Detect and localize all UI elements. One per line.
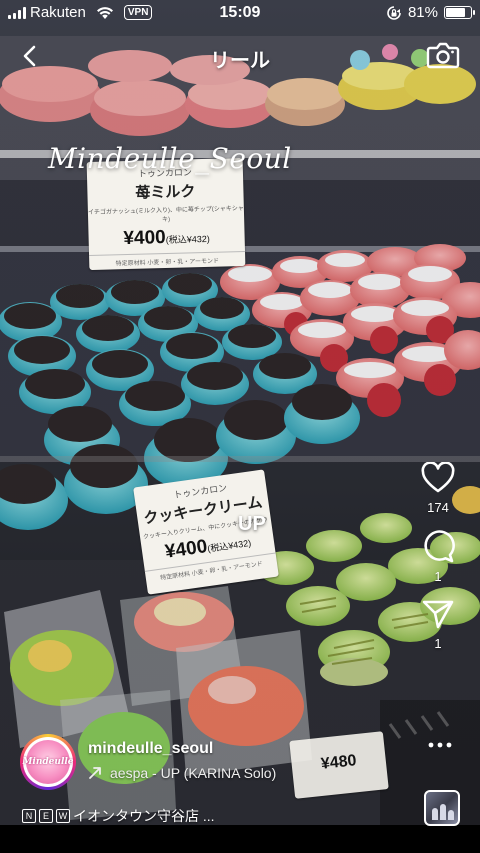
price-tag-bottom: ¥480 — [289, 731, 389, 799]
price-tag-name: 苺ミルク — [135, 183, 196, 202]
camera-icon[interactable] — [426, 40, 460, 70]
reel-video[interactable]: トゥンカロン 苺ミルク イチゴガナッシュ(ミルク入り)、中に苺チップ(シャキシャ… — [0, 0, 480, 853]
orientation-lock-icon — [387, 5, 401, 20]
like-button[interactable]: 174 — [414, 462, 462, 515]
reels-header: リール — [0, 36, 480, 76]
send-icon[interactable] — [421, 598, 455, 630]
comment-button[interactable]: 1 — [414, 529, 462, 584]
status-right-group: 81% — [386, 4, 475, 21]
reel-actions: 174 1 1 — [414, 462, 462, 665]
trending-arrow-icon — [89, 767, 101, 779]
status-bar: Rakuten VPN 15:09 81% — [0, 0, 480, 28]
battery-percent: 81% — [407, 4, 438, 21]
music-title: aespa - UP (KARINA Solo) — [110, 765, 277, 781]
price-tag-footer: 特定原材料 小麦・卵・乳・アーモンド — [89, 250, 246, 269]
video-watermark: Mindeulle_Seoul — [48, 142, 292, 175]
page-title: リール — [210, 50, 270, 72]
video-sticker-text: UP — [238, 513, 266, 535]
avatar[interactable]: Mindeulle — [20, 734, 76, 790]
battery-level-fill — [446, 8, 466, 17]
music-link[interactable]: aespa - UP (KARINA Solo) — [88, 765, 276, 781]
more-horizontal-icon[interactable] — [428, 740, 452, 750]
price-tag-price: ¥400(税込¥432) — [123, 227, 210, 250]
caption[interactable]: N E W イオンタウン守谷店 ... — [22, 806, 215, 826]
share-button[interactable]: 1 — [414, 598, 462, 651]
avatar-logo: Mindeulle — [22, 740, 74, 784]
comment-icon[interactable] — [421, 529, 455, 563]
battery-icon — [444, 6, 475, 19]
comment-count: 1 — [434, 569, 442, 584]
bottom-bar — [0, 825, 480, 853]
caption-badge-w: W — [56, 809, 70, 823]
heart-icon[interactable] — [421, 462, 455, 494]
price-tag-detail: イチゴガナッシュ(ミルク入り)、中に苺チップ(シャキシャキ) — [87, 205, 244, 224]
username-link[interactable]: mindeulle_seoul — [88, 740, 213, 758]
video-frame-illustration — [0, 0, 480, 853]
caption-text: イオンタウン守谷店 ... — [73, 808, 215, 824]
share-count: 1 — [434, 636, 442, 651]
caption-badge-n: N — [22, 809, 36, 823]
audio-thumbnail[interactable] — [424, 790, 460, 826]
caption-badge-e: E — [39, 809, 53, 823]
price-tag-price: ¥480 — [320, 752, 358, 773]
like-count: 174 — [427, 500, 449, 515]
